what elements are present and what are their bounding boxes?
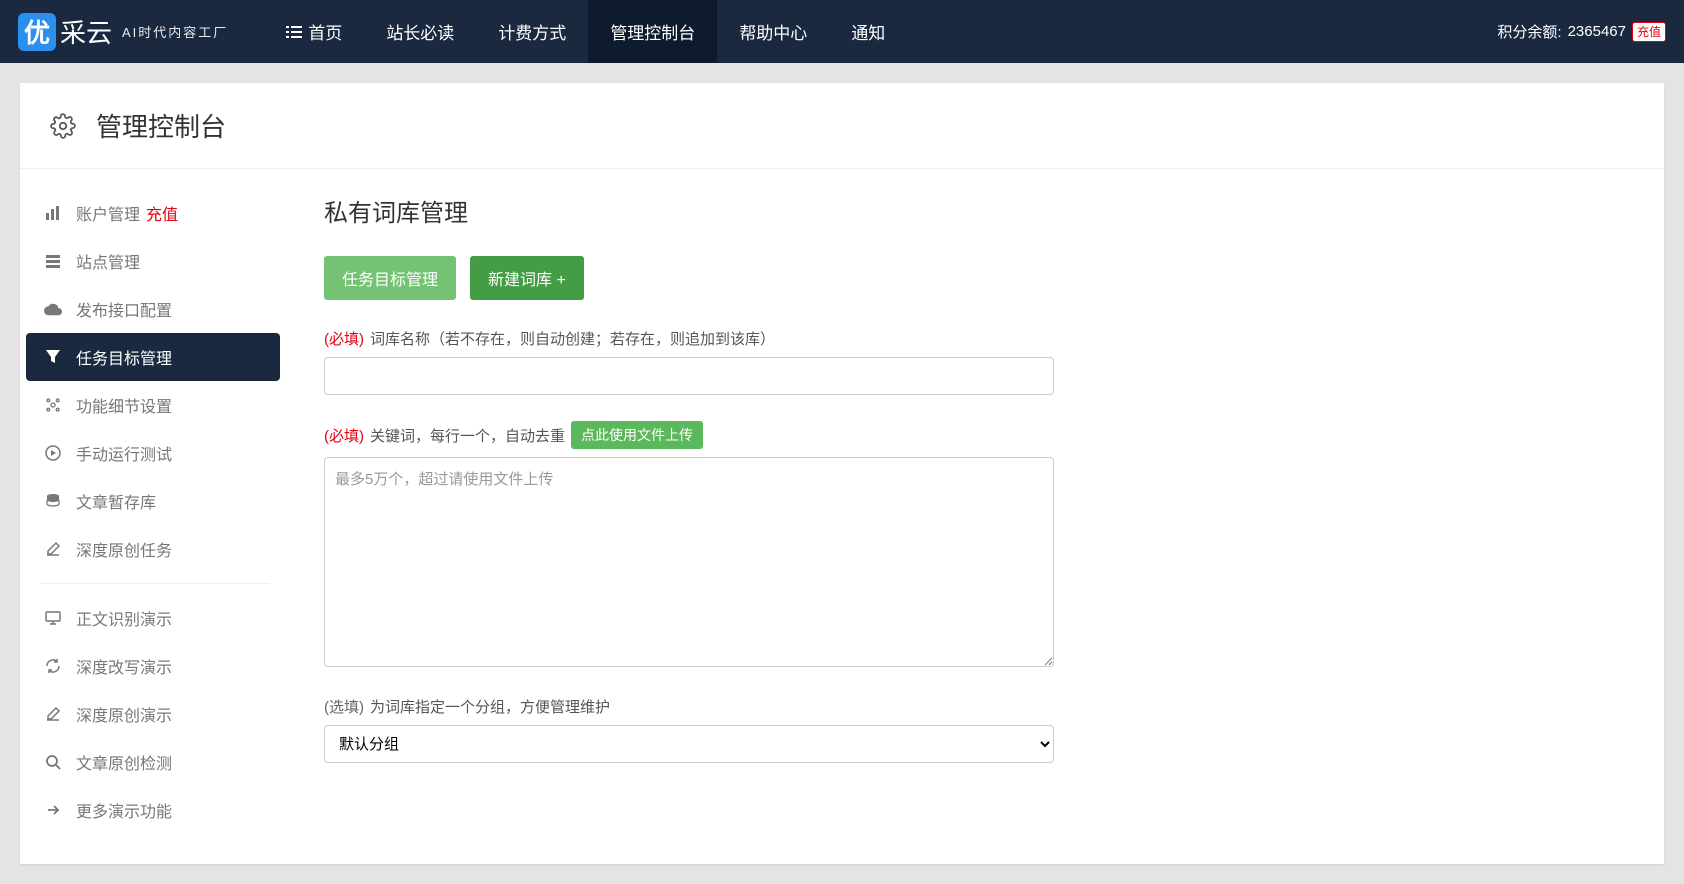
- sidebar-item-label: 手动运行测试: [76, 441, 172, 465]
- sidebar-divider: [40, 583, 270, 584]
- sidebar-item-label: 更多演示功能: [76, 798, 172, 822]
- refresh-icon: [42, 658, 64, 674]
- sidebar-item-label: 账户管理: [76, 201, 140, 225]
- main-title: 私有词库管理: [324, 193, 1316, 228]
- edit-icon: [42, 541, 64, 557]
- lexicon-name-input[interactable]: [324, 357, 1054, 395]
- optional-marker: (选填): [324, 696, 364, 717]
- field-label-text: 关键词，每行一个，自动去重: [370, 425, 565, 446]
- layers-icon: [42, 253, 64, 269]
- sidebar-item-label: 文章暂存库: [76, 489, 156, 513]
- gear-icon: [50, 113, 76, 139]
- sidebar-item-originality-check[interactable]: 文章原创检测: [20, 738, 290, 786]
- nav-label: 站长必读: [386, 19, 454, 44]
- sidebar-item-label: 深度改写演示: [76, 654, 172, 678]
- list-icon: [286, 24, 302, 40]
- nav-label: 管理控制台: [610, 19, 695, 44]
- balance-label: 积分余额:: [1497, 21, 1561, 42]
- sidebar-item-manual-run[interactable]: 手动运行测试: [20, 429, 290, 477]
- nav-label: 通知: [851, 19, 885, 44]
- button-row: 任务目标管理 新建词库 +: [324, 256, 1316, 300]
- recharge-badge: 充值: [146, 201, 178, 225]
- field-label-text: 为词库指定一个分组，方便管理维护: [370, 696, 610, 717]
- nav-webmaster[interactable]: 站长必读: [364, 0, 476, 63]
- sidebar-item-label: 任务目标管理: [76, 345, 172, 369]
- sidebar-item-label: 发布接口配置: [76, 297, 172, 321]
- database-icon: [42, 493, 64, 509]
- balance-area: 积分余额: 2365467 充值: [1497, 21, 1674, 42]
- sidebar-item-rewrite-demo[interactable]: 深度改写演示: [20, 642, 290, 690]
- sliders-icon: [42, 397, 64, 413]
- nav-billing[interactable]: 计费方式: [476, 0, 588, 63]
- sidebar-item-deep-original-task[interactable]: 深度原创任务: [20, 525, 290, 573]
- brand-logo[interactable]: 优 采云 AI时代内容工厂: [0, 0, 246, 63]
- panel: 管理控制台 账户管理 充值 站点管理 发布接口配置 任务目标管理: [20, 83, 1664, 864]
- logo-text: 采云: [60, 13, 112, 50]
- field-keywords: (必填) 关键词，每行一个，自动去重 点此使用文件上传: [324, 421, 1316, 670]
- nav-home[interactable]: 首页: [264, 0, 364, 63]
- sidebar-item-more-demos[interactable]: 更多演示功能: [20, 786, 290, 834]
- top-nav: 优 采云 AI时代内容工厂 首页 站长必读 计费方式 管理控制台 帮助中心 通知…: [0, 0, 1684, 63]
- sidebar-item-site[interactable]: 站点管理: [20, 237, 290, 285]
- field-lexicon-name: (必填) 词库名称（若不存在，则自动创建；若存在，则追加到该库）: [324, 328, 1316, 395]
- panel-title: 管理控制台: [96, 107, 226, 144]
- nav-items: 首页 站长必读 计费方式 管理控制台 帮助中心 通知: [264, 0, 907, 63]
- keywords-textarea[interactable]: [324, 457, 1054, 667]
- task-target-manage-button[interactable]: 任务目标管理: [324, 256, 456, 300]
- nav-label: 首页: [308, 19, 342, 44]
- monitor-icon: [42, 610, 64, 626]
- sidebar-item-label: 深度原创任务: [76, 537, 172, 561]
- logo-subtitle: AI时代内容工厂: [122, 22, 228, 41]
- sidebar-item-label: 功能细节设置: [76, 393, 172, 417]
- cloud-upload-icon: [42, 301, 64, 317]
- sidebar-item-label: 正文识别演示: [76, 606, 172, 630]
- nav-console[interactable]: 管理控制台: [588, 0, 717, 63]
- filter-icon: [42, 349, 64, 365]
- sidebar-item-task-target[interactable]: 任务目标管理: [26, 333, 280, 381]
- required-marker: (必填): [324, 328, 364, 349]
- field-group-select: (选填) 为词库指定一个分组，方便管理维护 默认分组: [324, 696, 1316, 763]
- sidebar: 账户管理 充值 站点管理 发布接口配置 任务目标管理 功能细节设置 手动运: [20, 169, 290, 864]
- nav-notice[interactable]: 通知: [829, 0, 907, 63]
- group-select[interactable]: 默认分组: [324, 725, 1054, 763]
- sidebar-item-settings[interactable]: 功能细节设置: [20, 381, 290, 429]
- nav-help[interactable]: 帮助中心: [717, 0, 829, 63]
- sidebar-item-original-demo[interactable]: 深度原创演示: [20, 690, 290, 738]
- file-upload-button[interactable]: 点此使用文件上传: [571, 421, 703, 449]
- nav-label: 帮助中心: [739, 19, 807, 44]
- balance-value: 2365467: [1568, 23, 1626, 40]
- play-circle-icon: [42, 445, 64, 461]
- nav-label: 计费方式: [498, 19, 566, 44]
- sidebar-item-account[interactable]: 账户管理 充值: [20, 189, 290, 237]
- panel-header: 管理控制台: [20, 83, 1664, 169]
- logo-badge: 优: [18, 13, 56, 51]
- sidebar-item-label: 深度原创演示: [76, 702, 172, 726]
- search-icon: [42, 754, 64, 770]
- create-lexicon-button[interactable]: 新建词库 +: [470, 256, 584, 300]
- edit-icon: [42, 706, 64, 722]
- sidebar-item-label: 站点管理: [76, 249, 140, 273]
- sidebar-item-content-recognition[interactable]: 正文识别演示: [20, 594, 290, 642]
- bar-chart-icon: [42, 205, 64, 221]
- sidebar-item-article-store[interactable]: 文章暂存库: [20, 477, 290, 525]
- sidebar-item-publish[interactable]: 发布接口配置: [20, 285, 290, 333]
- field-label-text: 词库名称（若不存在，则自动创建；若存在，则追加到该库）: [370, 328, 775, 349]
- required-marker: (必填): [324, 425, 364, 446]
- main-content: 私有词库管理 任务目标管理 新建词库 + (必填) 词库名称（若不存在，则自动创建…: [290, 169, 1350, 864]
- share-icon: [42, 802, 64, 818]
- recharge-button[interactable]: 充值: [1632, 22, 1666, 42]
- sidebar-item-label: 文章原创检测: [76, 750, 172, 774]
